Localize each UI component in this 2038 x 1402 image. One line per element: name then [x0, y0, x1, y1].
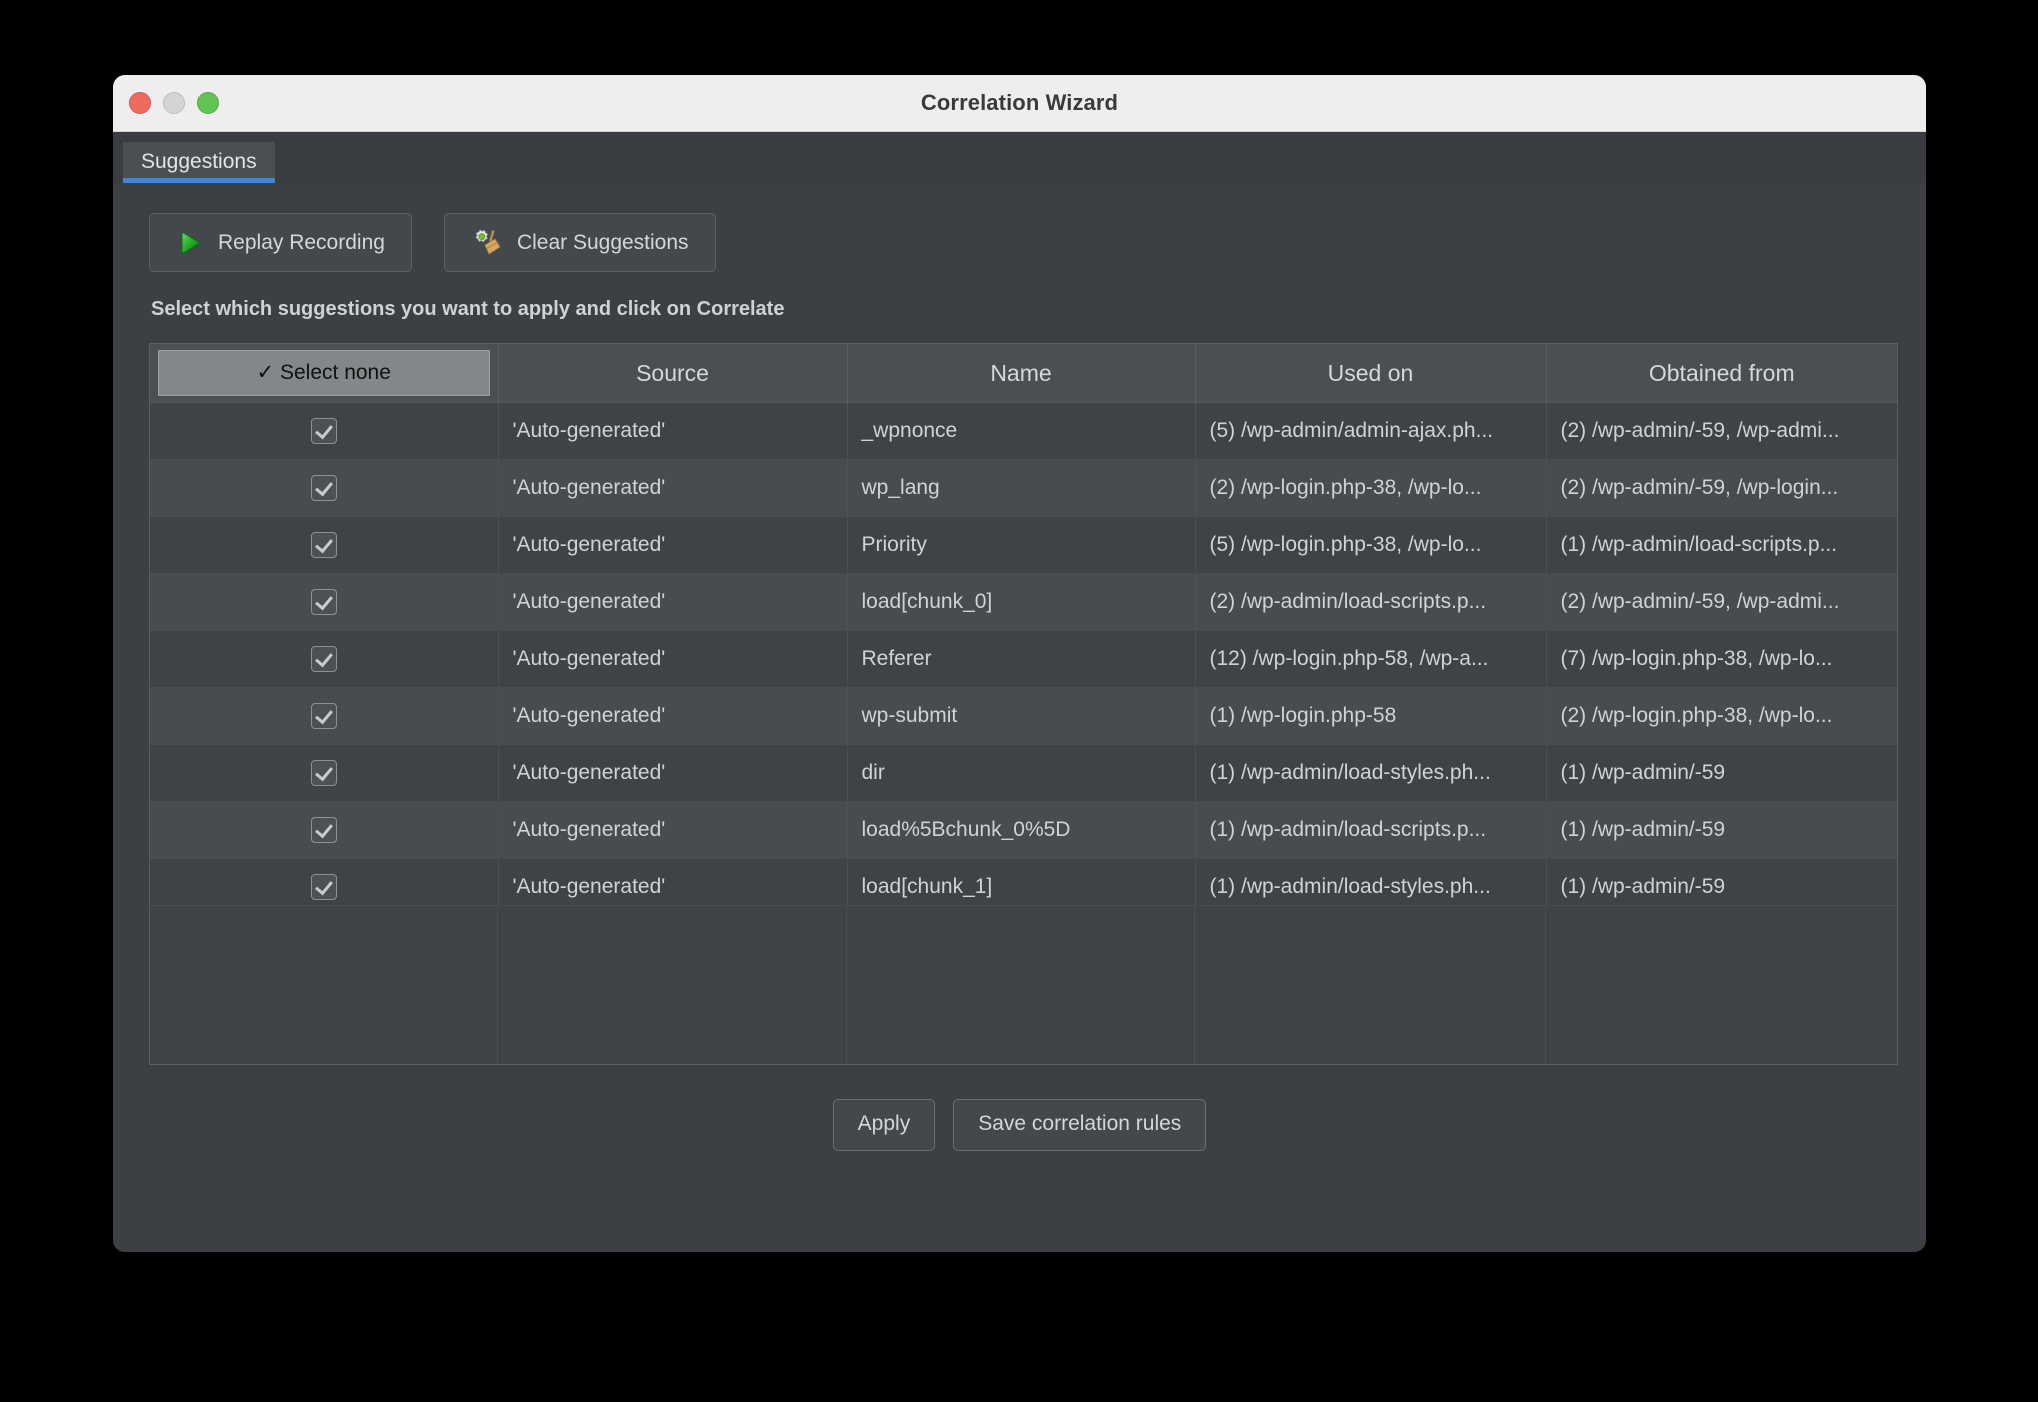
clear-suggestions-button[interactable]: Clear Suggestions [443, 213, 716, 272]
instruction-text: Select which suggestions you want to app… [151, 298, 785, 320]
cell-used-on: (2) /wp-login.php-38, /wp-lo... [1195, 459, 1547, 517]
broom-gear-icon [471, 227, 503, 259]
close-button[interactable] [129, 92, 151, 114]
row-checkbox-cell[interactable] [150, 459, 499, 517]
play-icon [176, 229, 204, 257]
suggestions-panel: Replay Recording Clear Suggestions Selec… [113, 183, 1926, 1252]
window-title: Correlation Wizard [920, 90, 1119, 115]
empty-col-name [847, 906, 1195, 1064]
cell-name: Priority [847, 516, 1196, 574]
cell-obtained-from: (2) /wp-login.php-38, /wp-lo... [1546, 687, 1897, 745]
cell-used-on: (5) /wp-login.php-38, /wp-lo... [1195, 516, 1547, 574]
row-checkbox[interactable] [310, 475, 337, 501]
row-checkbox-cell[interactable] [150, 801, 499, 859]
table-header-row: ✓ Select none Source Name Used on Obtain… [150, 344, 1897, 403]
cell-used-on: (5) /wp-admin/admin-ajax.ph... [1195, 402, 1547, 460]
cell-source: 'Auto-generated' [498, 687, 848, 745]
row-checkbox[interactable] [310, 874, 337, 900]
save-correlation-rules-button[interactable]: Save correlation rules [953, 1099, 1207, 1151]
row-checkbox[interactable] [310, 817, 337, 843]
cell-obtained-from: (7) /wp-login.php-38, /wp-lo... [1546, 630, 1897, 688]
window-titlebar: Correlation Wizard [113, 75, 1926, 132]
footer-buttons: Apply Save correlation rules [113, 1099, 1926, 1151]
cell-obtained-from: (2) /wp-admin/-59, /wp-admi... [1546, 402, 1897, 460]
table-empty-area [150, 905, 1897, 1064]
row-checkbox-cell[interactable] [150, 402, 499, 460]
row-checkbox[interactable] [310, 760, 337, 786]
cell-source: 'Auto-generated' [498, 573, 848, 631]
table-row[interactable]: 'Auto-generated' _wpnonce (5) /wp-admin/ad… [150, 402, 1897, 460]
row-checkbox[interactable] [310, 646, 337, 672]
action-toolbar: Replay Recording Clear Suggestions [113, 183, 1926, 272]
table-body: 'Auto-generated' _wpnonce (5) /wp-admin/ad… [150, 402, 1897, 916]
column-header-obtained-from[interactable]: Obtained from [1546, 344, 1897, 403]
cell-source: 'Auto-generated' [498, 516, 848, 574]
select-none-header: ✓ Select none [150, 344, 499, 403]
table-row[interactable]: 'Auto-generated' load%5Bchunk_0%5D (1) /wp… [150, 801, 1897, 859]
cell-source: 'Auto-generated' [498, 744, 848, 802]
cell-name: load%5Bchunk_0%5D [847, 801, 1196, 859]
table-row[interactable]: 'Auto-generated' load[chunk_0] (2) /wp-adm… [150, 573, 1897, 631]
column-header-used-on[interactable]: Used on [1195, 344, 1547, 403]
cell-name: load[chunk_0] [847, 573, 1196, 631]
cell-obtained-from: (1) /wp-admin/-59 [1546, 744, 1897, 802]
cell-source: 'Auto-generated' [498, 630, 848, 688]
maximize-button[interactable] [197, 92, 219, 114]
cell-used-on: (12) /wp-login.php-58, /wp-a... [1195, 630, 1547, 688]
window-body: Suggestions Replay Recording Clear Sugge… [113, 132, 1926, 1252]
cell-name: wp_lang [847, 459, 1196, 517]
empty-col-obtained-from [1546, 906, 1897, 1064]
cell-name: Referer [847, 630, 1196, 688]
apply-button[interactable]: Apply [832, 1099, 936, 1151]
row-checkbox-cell[interactable] [150, 687, 499, 745]
cell-obtained-from: (2) /wp-admin/-59, /wp-login... [1546, 459, 1897, 517]
clear-suggestions-label: Clear Suggestions [516, 230, 689, 254]
cell-source: 'Auto-generated' [498, 402, 848, 460]
cell-used-on: (1) /wp-login.php-58 [1195, 687, 1547, 745]
table-header: ✓ Select none Source Name Used on Obtain… [150, 344, 1897, 403]
cell-name: dir [847, 744, 1196, 802]
screen: Correlation Wizard Suggestions Replay Re… [0, 0, 2038, 1402]
column-header-name[interactable]: Name [847, 344, 1196, 403]
row-checkbox-cell[interactable] [150, 630, 499, 688]
cell-name: _wpnonce [847, 402, 1196, 460]
tab-suggestions-label: Suggestions [141, 150, 257, 173]
cell-source: 'Auto-generated' [498, 459, 848, 517]
cell-used-on: (1) /wp-admin/load-scripts.p... [1195, 801, 1547, 859]
cell-source: 'Auto-generated' [498, 801, 848, 859]
row-checkbox-cell[interactable] [150, 744, 499, 802]
window-controls [129, 75, 219, 131]
row-checkbox-cell[interactable] [150, 516, 499, 574]
correlation-wizard-window: Correlation Wizard Suggestions Replay Re… [113, 75, 1926, 1252]
tab-suggestions[interactable]: Suggestions [123, 142, 275, 183]
row-checkbox[interactable] [310, 418, 337, 444]
table-row[interactable]: 'Auto-generated' Priority (5) /wp-login.ph… [150, 516, 1897, 574]
row-checkbox[interactable] [310, 703, 337, 729]
cell-used-on: (2) /wp-admin/load-scripts.p... [1195, 573, 1547, 631]
empty-col-select [150, 906, 498, 1064]
suggestions-table: ✓ Select none Source Name Used on Obtain… [150, 344, 1897, 916]
table-row[interactable]: 'Auto-generated' Referer (12) /wp-login.ph… [150, 630, 1897, 688]
empty-col-source [498, 906, 847, 1064]
cell-name: wp-submit [847, 687, 1196, 745]
row-checkbox-cell[interactable] [150, 573, 499, 631]
suggestions-table-container: ✓ Select none Source Name Used on Obtain… [149, 343, 1898, 1065]
table-row[interactable]: 'Auto-generated' dir (1) /wp-admin/load-st… [150, 744, 1897, 802]
select-none-button[interactable]: ✓ Select none [158, 350, 490, 396]
empty-col-used-on [1195, 906, 1546, 1064]
replay-recording-label: Replay Recording [218, 230, 385, 254]
table-row[interactable]: 'Auto-generated' wp-submit (1) /wp-login.p… [150, 687, 1897, 745]
cell-obtained-from: (2) /wp-admin/-59, /wp-admi... [1546, 573, 1897, 631]
row-checkbox[interactable] [310, 532, 337, 558]
table-row[interactable]: 'Auto-generated' wp_lang (2) /wp-login.php… [150, 459, 1897, 517]
tab-bar: Suggestions [113, 132, 1926, 183]
cell-obtained-from: (1) /wp-admin/-59 [1546, 801, 1897, 859]
column-header-source[interactable]: Source [498, 344, 848, 403]
cell-used-on: (1) /wp-admin/load-styles.ph... [1195, 744, 1547, 802]
row-checkbox[interactable] [310, 589, 337, 615]
cell-obtained-from: (1) /wp-admin/load-scripts.p... [1546, 516, 1897, 574]
minimize-button[interactable] [163, 92, 185, 114]
replay-recording-button[interactable]: Replay Recording [149, 213, 412, 272]
